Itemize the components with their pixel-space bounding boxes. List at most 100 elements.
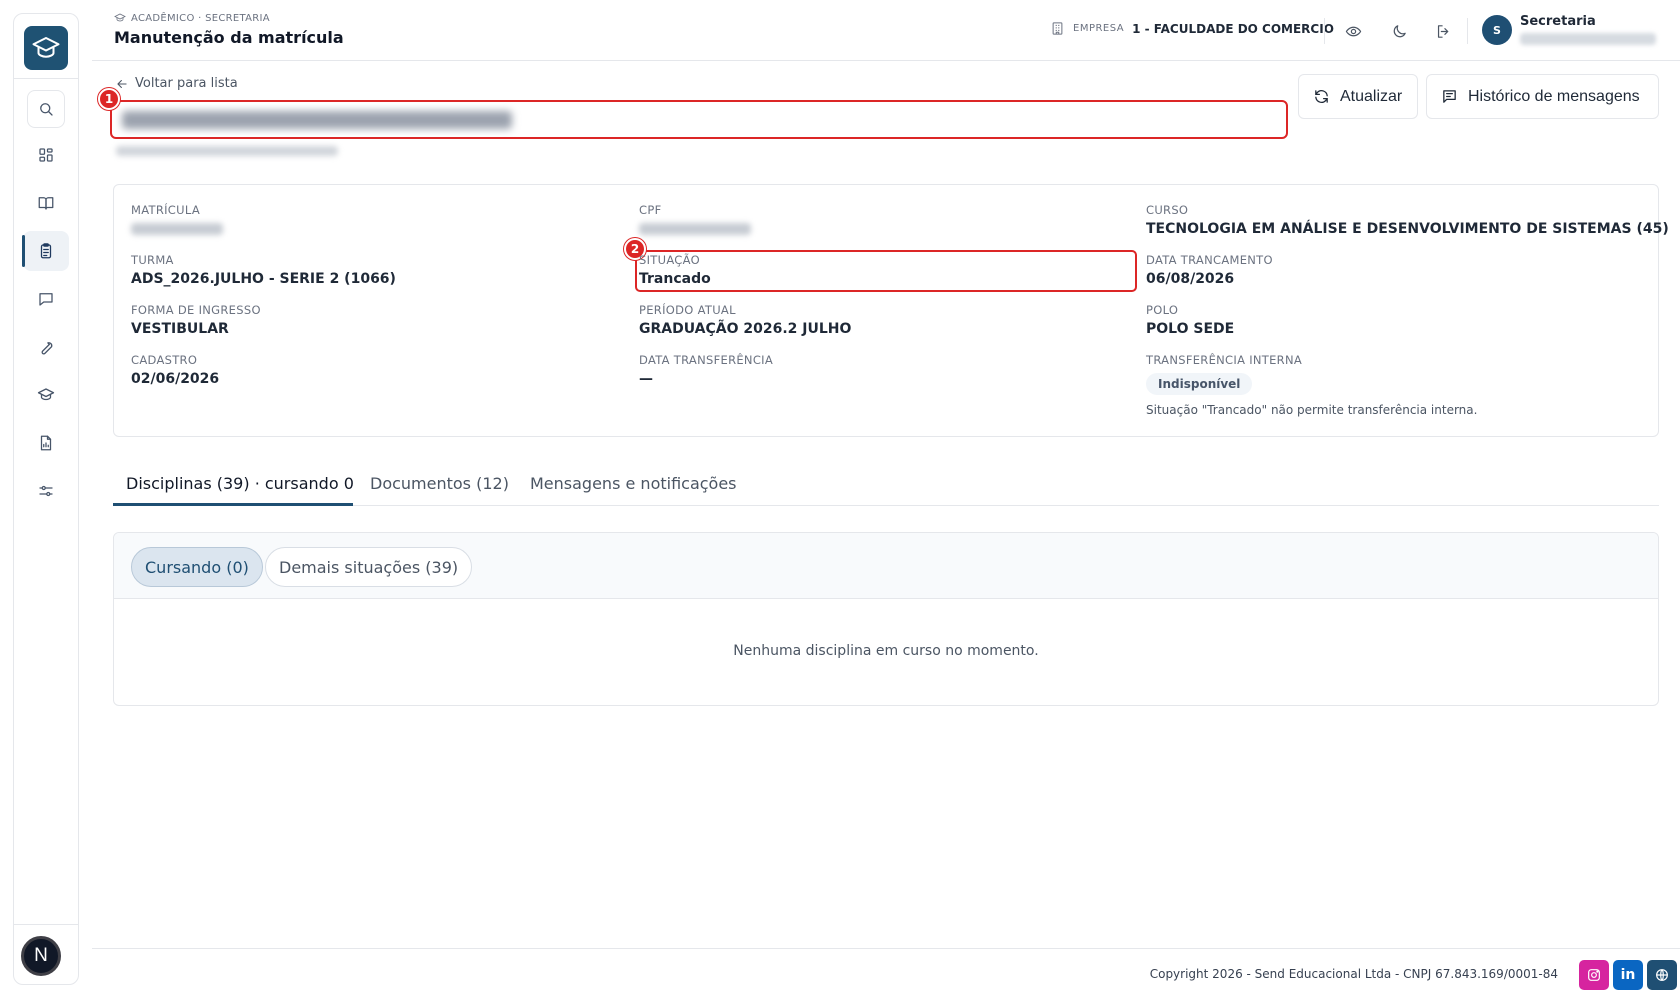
cadastro-label: CADASTRO	[131, 353, 198, 367]
transferencia-interna-label: TRANSFERÊNCIA INTERNA	[1146, 353, 1303, 367]
back-to-list-link[interactable]: Voltar para lista	[115, 76, 238, 91]
filter-demais-situacoes[interactable]: Demais situações (39)	[265, 547, 473, 587]
field-data-trancamento: DATA TRANCAMENTO 06/08/2026	[1146, 253, 1273, 287]
polo-value: POLO SEDE	[1146, 321, 1235, 337]
refresh-icon	[1315, 90, 1328, 103]
copyright-text: Copyright 2026 - Send Educacional Ltda -…	[1149, 967, 1558, 981]
building-icon	[1052, 22, 1063, 35]
field-cadastro: CADASTRO 02/06/2026	[131, 353, 219, 387]
curso-value: TECNOLOGIA EM ANÁLISE E DESENVOLVIMENTO …	[1146, 221, 1669, 237]
field-matricula: MATRÍCULA	[131, 203, 223, 235]
tab-documentos[interactable]: Documentos (12)	[370, 474, 509, 493]
globe-icon	[1656, 969, 1668, 981]
transferencia-interna-badge: Indisponível	[1146, 373, 1253, 395]
message-icon	[39, 293, 53, 306]
dashboard-icon	[39, 148, 53, 162]
student-name-redacted	[122, 111, 512, 129]
tab-mensagens[interactable]: Mensagens e notificações	[530, 474, 737, 493]
periodo-atual-value: GRADUAÇÃO 2026.2 JULHO	[639, 321, 852, 337]
linkedin-link[interactable]: in	[1613, 960, 1643, 990]
transferencia-interna-note: Situação "Trancado" não permite transfer…	[1146, 403, 1478, 417]
user-avatar[interactable]: S	[1482, 15, 1512, 45]
user-name: Secretaria	[1520, 14, 1596, 29]
instagram-link[interactable]	[1579, 960, 1609, 990]
top-header: ACADÊMICO · SECRETARIA Manutenção da mat…	[92, 0, 1680, 61]
company-label: EMPRESA	[1073, 23, 1125, 34]
field-data-transferencia: DATA TRANSFERÊNCIA —	[639, 353, 773, 387]
app-logo[interactable]	[24, 26, 68, 70]
field-periodo-atual: PERÍODO ATUAL GRADUAÇÃO 2026.2 JULHO	[639, 303, 851, 337]
dark-mode-toggle-button[interactable]	[1388, 20, 1410, 42]
sidebar-search-button[interactable]	[27, 90, 65, 128]
refresh-button[interactable]: Atualizar	[1298, 74, 1418, 119]
field-situacao: SITUAÇÃO Trancado	[639, 253, 711, 287]
wrench-icon	[41, 342, 53, 355]
field-curso: CURSO TECNOLOGIA EM ANÁLISE E DESENVOLVI…	[1146, 203, 1669, 237]
graduation-cap-icon	[37, 388, 55, 401]
field-transferencia-interna: TRANSFERÊNCIA INTERNA Indisponível Situa…	[1146, 353, 1477, 417]
sidebar-item-tools[interactable]	[23, 327, 69, 367]
sidebar-item-academic[interactable]	[23, 375, 69, 415]
sidebar-item-catalog[interactable]	[23, 183, 69, 223]
turma-value: ADS_2026.JULHO - SERIE 2 (1066)	[131, 271, 396, 287]
clipboard-icon	[40, 243, 52, 259]
student-subtitle-redacted	[116, 146, 338, 156]
annotation-marker-1: 1	[98, 88, 120, 110]
website-link[interactable]	[1647, 960, 1677, 990]
filter-cursando[interactable]: Cursando (0)	[131, 547, 263, 587]
logout-icon	[1437, 24, 1448, 38]
header-divider	[1467, 18, 1468, 44]
cpf-label: CPF	[639, 203, 662, 217]
student-name-highlight	[110, 100, 1288, 139]
linkedin-icon: in	[1620, 967, 1636, 983]
matricula-label: MATRÍCULA	[131, 203, 200, 217]
file-chart-icon	[40, 435, 52, 451]
page-title: Manutenção da matrícula	[114, 28, 344, 47]
data-transferencia-label: DATA TRANSFERÊNCIA	[639, 353, 774, 367]
forma-ingresso-label: FORMA DE INGRESSO	[131, 303, 261, 317]
refresh-label: Atualizar	[1340, 87, 1403, 105]
sliders-icon	[39, 485, 53, 497]
forma-ingresso-value: VESTIBULAR	[131, 321, 229, 337]
cpf-value-redacted	[639, 223, 751, 235]
sidebar-item-messages[interactable]	[23, 279, 69, 319]
moon-icon	[1393, 24, 1406, 37]
visibility-toggle-button[interactable]	[1342, 20, 1364, 42]
cadastro-value: 02/06/2026	[131, 371, 220, 387]
sidebar-item-enrollments[interactable]	[22, 231, 69, 271]
book-icon	[38, 197, 54, 210]
sidebar-bottom-divider	[14, 924, 78, 925]
tab-disciplinas[interactable]: Disciplinas (39) · cursando 0	[126, 474, 354, 493]
sidebar-avatar[interactable]: N	[21, 936, 61, 976]
logout-button[interactable]	[1432, 20, 1454, 42]
sidebar-divider	[14, 78, 78, 79]
breadcrumb: ACADÊMICO · SECRETARIA	[114, 12, 270, 24]
field-cpf: CPF	[639, 203, 751, 235]
field-forma-ingresso: FORMA DE INGRESSO VESTIBULAR	[131, 303, 261, 337]
field-polo: POLO POLO SEDE	[1146, 303, 1234, 337]
disciplines-filter-bar: Cursando (0) Demais situações (39)	[114, 533, 1658, 599]
turma-label: TURMA	[131, 253, 174, 267]
sidebar-item-dashboard[interactable]	[23, 135, 69, 175]
company-selector[interactable]: EMPRESA 1 - FACULDADE DO COMERCIO	[1050, 21, 1334, 36]
sidebar-item-settings[interactable]	[23, 471, 69, 511]
disciplines-panel: Cursando (0) Demais situações (39) Nenhu…	[113, 532, 1659, 706]
breadcrumb-text: ACADÊMICO · SECRETARIA	[131, 12, 270, 24]
sidebar-item-reports[interactable]	[23, 423, 69, 463]
search-icon	[40, 103, 53, 116]
data-trancamento-label: DATA TRANCAMENTO	[1146, 253, 1273, 267]
situacao-label: SITUAÇÃO	[639, 253, 700, 267]
message-history-label: Histórico de mensagens	[1468, 87, 1640, 105]
matricula-value-redacted	[131, 223, 223, 235]
graduation-cap-icon	[114, 13, 126, 22]
graduation-cap-logo-icon	[32, 37, 60, 58]
active-tab-indicator	[113, 503, 353, 506]
polo-label: POLO	[1146, 303, 1179, 317]
instagram-icon	[1588, 969, 1600, 981]
company-name: 1 - FACULDADE DO COMERCIO	[1132, 21, 1334, 36]
message-history-button[interactable]: Histórico de mensagens	[1426, 74, 1659, 119]
periodo-atual-label: PERÍODO ATUAL	[639, 303, 736, 317]
back-to-list-label: Voltar para lista	[135, 76, 238, 91]
field-turma: TURMA ADS_2026.JULHO - SERIE 2 (1066)	[131, 253, 396, 287]
data-trancamento-value: 06/08/2026	[1146, 271, 1235, 287]
